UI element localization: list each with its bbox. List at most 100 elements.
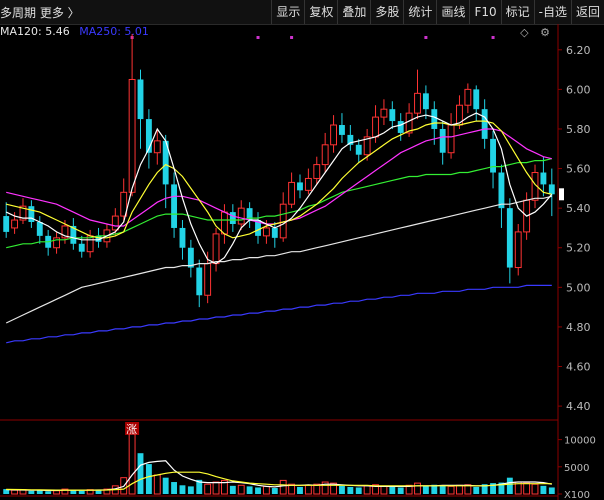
- candle-body-down: [431, 109, 438, 129]
- candle-body-up: [153, 140, 161, 154]
- candle-body-down: [498, 172, 505, 209]
- volume-bar-down: [339, 485, 345, 494]
- candle-body-up: [464, 88, 472, 106]
- volume-bar-up: [279, 479, 287, 495]
- price-tick-label: 5.60: [566, 163, 591, 176]
- adjust-button[interactable]: 复权: [304, 0, 337, 24]
- volume-bar-down: [137, 453, 144, 494]
- candle-body-down: [196, 267, 203, 296]
- volume-bar-down: [548, 487, 555, 494]
- price-tick-label: 6.00: [566, 83, 591, 96]
- candle-body-down: [137, 79, 144, 120]
- candle-body-up: [414, 92, 421, 114]
- volume-bar-up: [363, 485, 371, 495]
- candle-body-down: [506, 208, 513, 268]
- price-tick-label: 5.20: [566, 242, 591, 255]
- candle-body-up: [111, 215, 119, 231]
- overlay-button[interactable]: 叠加: [337, 0, 370, 24]
- candle-body-down: [422, 93, 429, 110]
- settings-icon[interactable]: ⚙: [540, 26, 550, 39]
- volume-bar-down: [145, 464, 152, 494]
- volume-bar-up: [11, 489, 19, 495]
- statistics-button[interactable]: 统计: [403, 0, 436, 24]
- volume-bar-up: [414, 482, 421, 495]
- volume-bar-up: [380, 485, 388, 495]
- price-tick-label: 4.60: [566, 361, 591, 374]
- period-selector[interactable]: 多周期 更多 〉: [0, 4, 80, 21]
- draw-line-button[interactable]: 画线: [436, 0, 469, 24]
- volume-tick-label: 5000: [564, 463, 589, 474]
- volume-bar-down: [297, 486, 303, 494]
- volume-bar-down: [473, 486, 480, 494]
- volume-bar-up: [523, 482, 531, 495]
- volume-bar-down: [389, 486, 396, 494]
- candle-body-down: [3, 216, 10, 232]
- top-toolbar: 多周期 更多 〉 显示 复权 叠加 多股 统计 画线 F10 标记 -自选 返回: [0, 0, 604, 25]
- ma10-line: [6, 120, 552, 239]
- volume-bar-down: [70, 490, 77, 494]
- price-tick-label: 5.80: [566, 123, 591, 136]
- display-button[interactable]: 显示: [271, 0, 304, 24]
- candle-body-up: [380, 108, 388, 118]
- event-marker: [290, 36, 294, 39]
- last-price-marker: [559, 188, 564, 201]
- volume-bar-down: [179, 485, 186, 494]
- price-tick-label: 5.40: [566, 202, 591, 215]
- candle-body-up: [330, 124, 337, 146]
- volume-bar-down: [271, 488, 278, 494]
- candle-body-down: [78, 243, 85, 252]
- ma120-legend: MA120: 5.46: [0, 25, 70, 38]
- candle-body-up: [212, 233, 220, 265]
- mark-button[interactable]: 标记: [500, 0, 534, 24]
- candle-body-down: [481, 109, 488, 139]
- candle-body-up: [372, 116, 379, 138]
- candle-body-up: [237, 207, 245, 225]
- multi-stock-button[interactable]: 多股: [370, 0, 403, 24]
- candle-body-down: [297, 182, 303, 191]
- toolbar-buttons: 显示 复权 叠加 多股 统计 画线 F10 标记 -自选 返回: [271, 0, 604, 24]
- candle-body-down: [271, 227, 278, 238]
- candle-body-up: [11, 219, 19, 229]
- volume-bar-down: [229, 485, 236, 494]
- volume-bar-up: [447, 485, 455, 495]
- volume-bar-down: [28, 490, 35, 494]
- volume-bar-down: [95, 490, 102, 494]
- volume-tick-label: X100: [564, 490, 590, 500]
- price-tick-label: 4.40: [566, 400, 591, 413]
- price-tick-label: 5.00: [566, 281, 591, 294]
- candle-body-down: [339, 125, 345, 135]
- kline-chart[interactable]: 6.20 6.00 5.80 5.60 5.40 5.20 5.00 4.80 4.60 4.40…: [0, 24, 604, 500]
- candle-body-down: [179, 227, 186, 248]
- volume-bar-up: [153, 474, 161, 495]
- volume-bar-up: [304, 484, 312, 495]
- candle-body-down: [355, 144, 362, 155]
- candle-body-up: [514, 231, 522, 269]
- volume-bar-down: [540, 485, 547, 494]
- chart-corner-icons: ◇ ⚙: [512, 26, 550, 39]
- candle-body-down: [540, 172, 547, 185]
- diamond-icon[interactable]: ◇: [520, 26, 528, 39]
- volume-bar-down: [78, 490, 85, 494]
- candle-body-down: [473, 89, 480, 110]
- price-tick-label: 6.20: [566, 44, 591, 57]
- f10-button[interactable]: F10: [469, 0, 500, 24]
- volume-bar-up: [456, 484, 463, 495]
- back-button[interactable]: 返回: [570, 0, 604, 24]
- volume-bar-down: [439, 485, 446, 494]
- volume-bar-up: [262, 485, 270, 495]
- candle-body-down: [389, 109, 396, 122]
- candle-body-down: [397, 121, 404, 133]
- candle-body-up: [447, 124, 455, 154]
- remove-watchlist-button[interactable]: -自选: [533, 0, 571, 24]
- candle-body-down: [171, 184, 178, 228]
- event-marker: [256, 36, 260, 39]
- candle-body-down: [36, 222, 43, 236]
- volume-bar-down: [422, 485, 429, 494]
- volume-bar-down: [45, 491, 52, 494]
- volume-tick-label: 10000: [564, 436, 596, 447]
- volume-bar-down: [246, 486, 253, 494]
- event-marker: [491, 36, 495, 39]
- volume-bar-up: [531, 483, 539, 495]
- candle-body-down: [229, 212, 236, 224]
- volume-bar-down: [506, 477, 513, 494]
